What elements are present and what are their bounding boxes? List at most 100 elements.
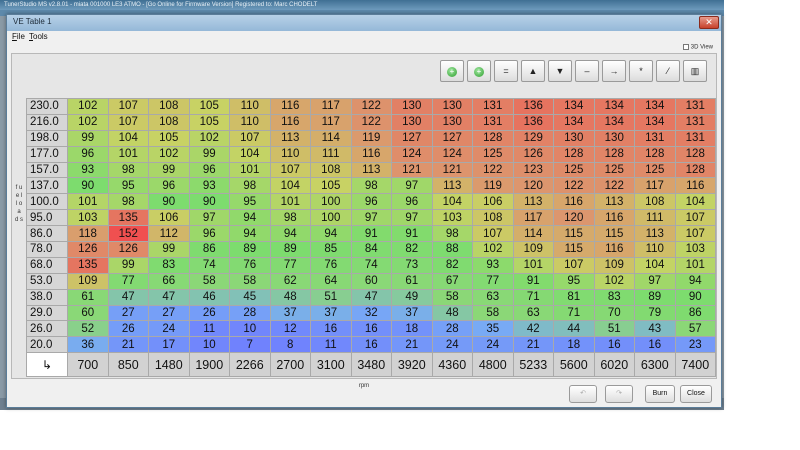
ve-cell[interactable]: 130	[431, 113, 473, 131]
ve-cell[interactable]: 73	[391, 256, 433, 274]
ve-cell[interactable]: 107	[107, 98, 149, 115]
ve-cell[interactable]: 116	[674, 177, 716, 195]
ve-cell[interactable]: 110	[229, 113, 271, 131]
y-axis-cell[interactable]: 100.0	[26, 193, 68, 211]
axis-corner-icon[interactable]: ↳	[26, 352, 68, 378]
ve-cell[interactable]: 98	[431, 225, 473, 243]
ve-cell[interactable]: 122	[553, 177, 595, 195]
ve-cell[interactable]: 97	[391, 177, 433, 195]
ve-cell[interactable]: 108	[310, 161, 352, 179]
x-axis-cell[interactable]: 3100	[310, 352, 352, 378]
x-axis-cell[interactable]: 1900	[188, 352, 230, 378]
ve-cell[interactable]: 109	[512, 241, 554, 258]
ve-cell[interactable]: 104	[431, 193, 473, 211]
ve-cell[interactable]: 94	[229, 209, 271, 227]
smooth-button[interactable]: ⁄	[656, 60, 680, 82]
ve-cell[interactable]: 91	[512, 272, 554, 290]
ve-cell[interactable]: 110	[229, 98, 271, 115]
menu-file[interactable]: File	[12, 31, 25, 43]
ve-cell[interactable]: 96	[391, 193, 433, 211]
ve-cell[interactable]: 130	[391, 98, 433, 115]
ve-cell[interactable]: 89	[634, 288, 676, 306]
ve-cell[interactable]: 76	[310, 256, 352, 274]
ve-cell[interactable]: 42	[512, 320, 554, 338]
increase-button[interactable]: +	[467, 60, 491, 82]
ve-cell[interactable]: 119	[350, 129, 392, 147]
ve-cell[interactable]: 114	[310, 129, 352, 147]
ve-cell[interactable]: 106	[148, 209, 190, 227]
ve-cell[interactable]: 99	[148, 241, 190, 258]
ve-cell[interactable]: 60	[350, 272, 392, 290]
ve-cell[interactable]: 113	[431, 177, 473, 195]
ve-cell[interactable]: 99	[148, 161, 190, 179]
ve-cell[interactable]: 96	[148, 177, 190, 195]
ve-cell[interactable]: 7	[229, 336, 271, 354]
ve-cell[interactable]: 105	[148, 129, 190, 147]
ve-cell[interactable]: 128	[472, 129, 514, 147]
ve-cell[interactable]: 126	[512, 145, 554, 163]
ve-cell[interactable]: 97	[391, 209, 433, 227]
ve-cell[interactable]: 104	[107, 129, 149, 147]
ve-cell[interactable]: 105	[188, 98, 230, 115]
ve-cell[interactable]: 117	[310, 98, 352, 115]
ve-cell[interactable]: 109	[67, 272, 109, 290]
y-axis-cell[interactable]: 68.0	[26, 256, 68, 274]
ve-cell[interactable]: 116	[593, 209, 635, 227]
ve-cell[interactable]: 101	[674, 256, 716, 274]
ve-cell[interactable]: 16	[350, 320, 392, 338]
ve-cell[interactable]: 116	[553, 193, 595, 211]
ve-cell[interactable]: 37	[310, 304, 352, 322]
ve-cell[interactable]: 16	[350, 336, 392, 354]
ve-cell[interactable]: 98	[229, 177, 271, 195]
ve-cell[interactable]: 120	[553, 209, 595, 227]
y-axis-cell[interactable]: 198.0	[26, 129, 68, 147]
view-3d-checkbox[interactable]	[682, 44, 689, 50]
ve-cell[interactable]: 70	[593, 304, 635, 322]
ve-cell[interactable]: 134	[553, 98, 595, 115]
x-axis-cell[interactable]: 700	[67, 352, 109, 378]
ve-cell[interactable]: 26	[107, 320, 149, 338]
y-axis-cell[interactable]: 157.0	[26, 161, 68, 179]
ve-cell[interactable]: 121	[431, 161, 473, 179]
ve-cell[interactable]: 113	[350, 161, 392, 179]
ve-cell[interactable]: 117	[310, 113, 352, 131]
ve-cell[interactable]: 21	[391, 336, 433, 354]
ve-cell[interactable]: 83	[593, 288, 635, 306]
y-axis-cell[interactable]: 86.0	[26, 225, 68, 243]
ve-cell[interactable]: 131	[472, 113, 514, 131]
y-axis-cell[interactable]: 177.0	[26, 145, 68, 163]
ve-cell[interactable]: 96	[188, 225, 230, 243]
ve-cell[interactable]: 8	[269, 336, 311, 354]
ve-cell[interactable]: 130	[593, 129, 635, 147]
ve-cell[interactable]: 94	[229, 225, 271, 243]
ve-cell[interactable]: 27	[148, 304, 190, 322]
ve-cell[interactable]: 110	[634, 241, 676, 258]
decrement-button[interactable]: –	[575, 60, 599, 82]
increment-up-button[interactable]: ▲	[521, 60, 545, 82]
ve-cell[interactable]: 124	[431, 145, 473, 163]
ve-cell[interactable]: 89	[229, 241, 271, 258]
ve-cell[interactable]: 74	[350, 256, 392, 274]
y-axis-cell[interactable]: 216.0	[26, 113, 68, 131]
x-axis-cell[interactable]: 5233	[512, 352, 554, 378]
ve-cell[interactable]: 98	[269, 209, 311, 227]
ve-cell[interactable]: 134	[593, 98, 635, 115]
ve-cell[interactable]: 81	[553, 288, 595, 306]
ve-cell[interactable]: 37	[391, 304, 433, 322]
ve-cell[interactable]: 131	[634, 129, 676, 147]
ve-cell[interactable]: 43	[634, 320, 676, 338]
window-close-button[interactable]: ✕	[699, 16, 719, 29]
ve-cell[interactable]: 24	[472, 336, 514, 354]
ve-cell[interactable]: 11	[310, 336, 352, 354]
ve-cell[interactable]: 97	[634, 272, 676, 290]
ve-cell[interactable]: 111	[310, 145, 352, 163]
x-axis-cell[interactable]: 6020	[593, 352, 635, 378]
ve-cell[interactable]: 127	[391, 129, 433, 147]
ve-cell[interactable]: 98	[350, 177, 392, 195]
ve-cell[interactable]: 47	[107, 288, 149, 306]
menu-tools[interactable]: Tools	[29, 31, 48, 43]
ve-cell[interactable]: 44	[553, 320, 595, 338]
ve-cell[interactable]: 117	[634, 177, 676, 195]
ve-cell[interactable]: 120	[512, 177, 554, 195]
ve-cell[interactable]: 12	[269, 320, 311, 338]
